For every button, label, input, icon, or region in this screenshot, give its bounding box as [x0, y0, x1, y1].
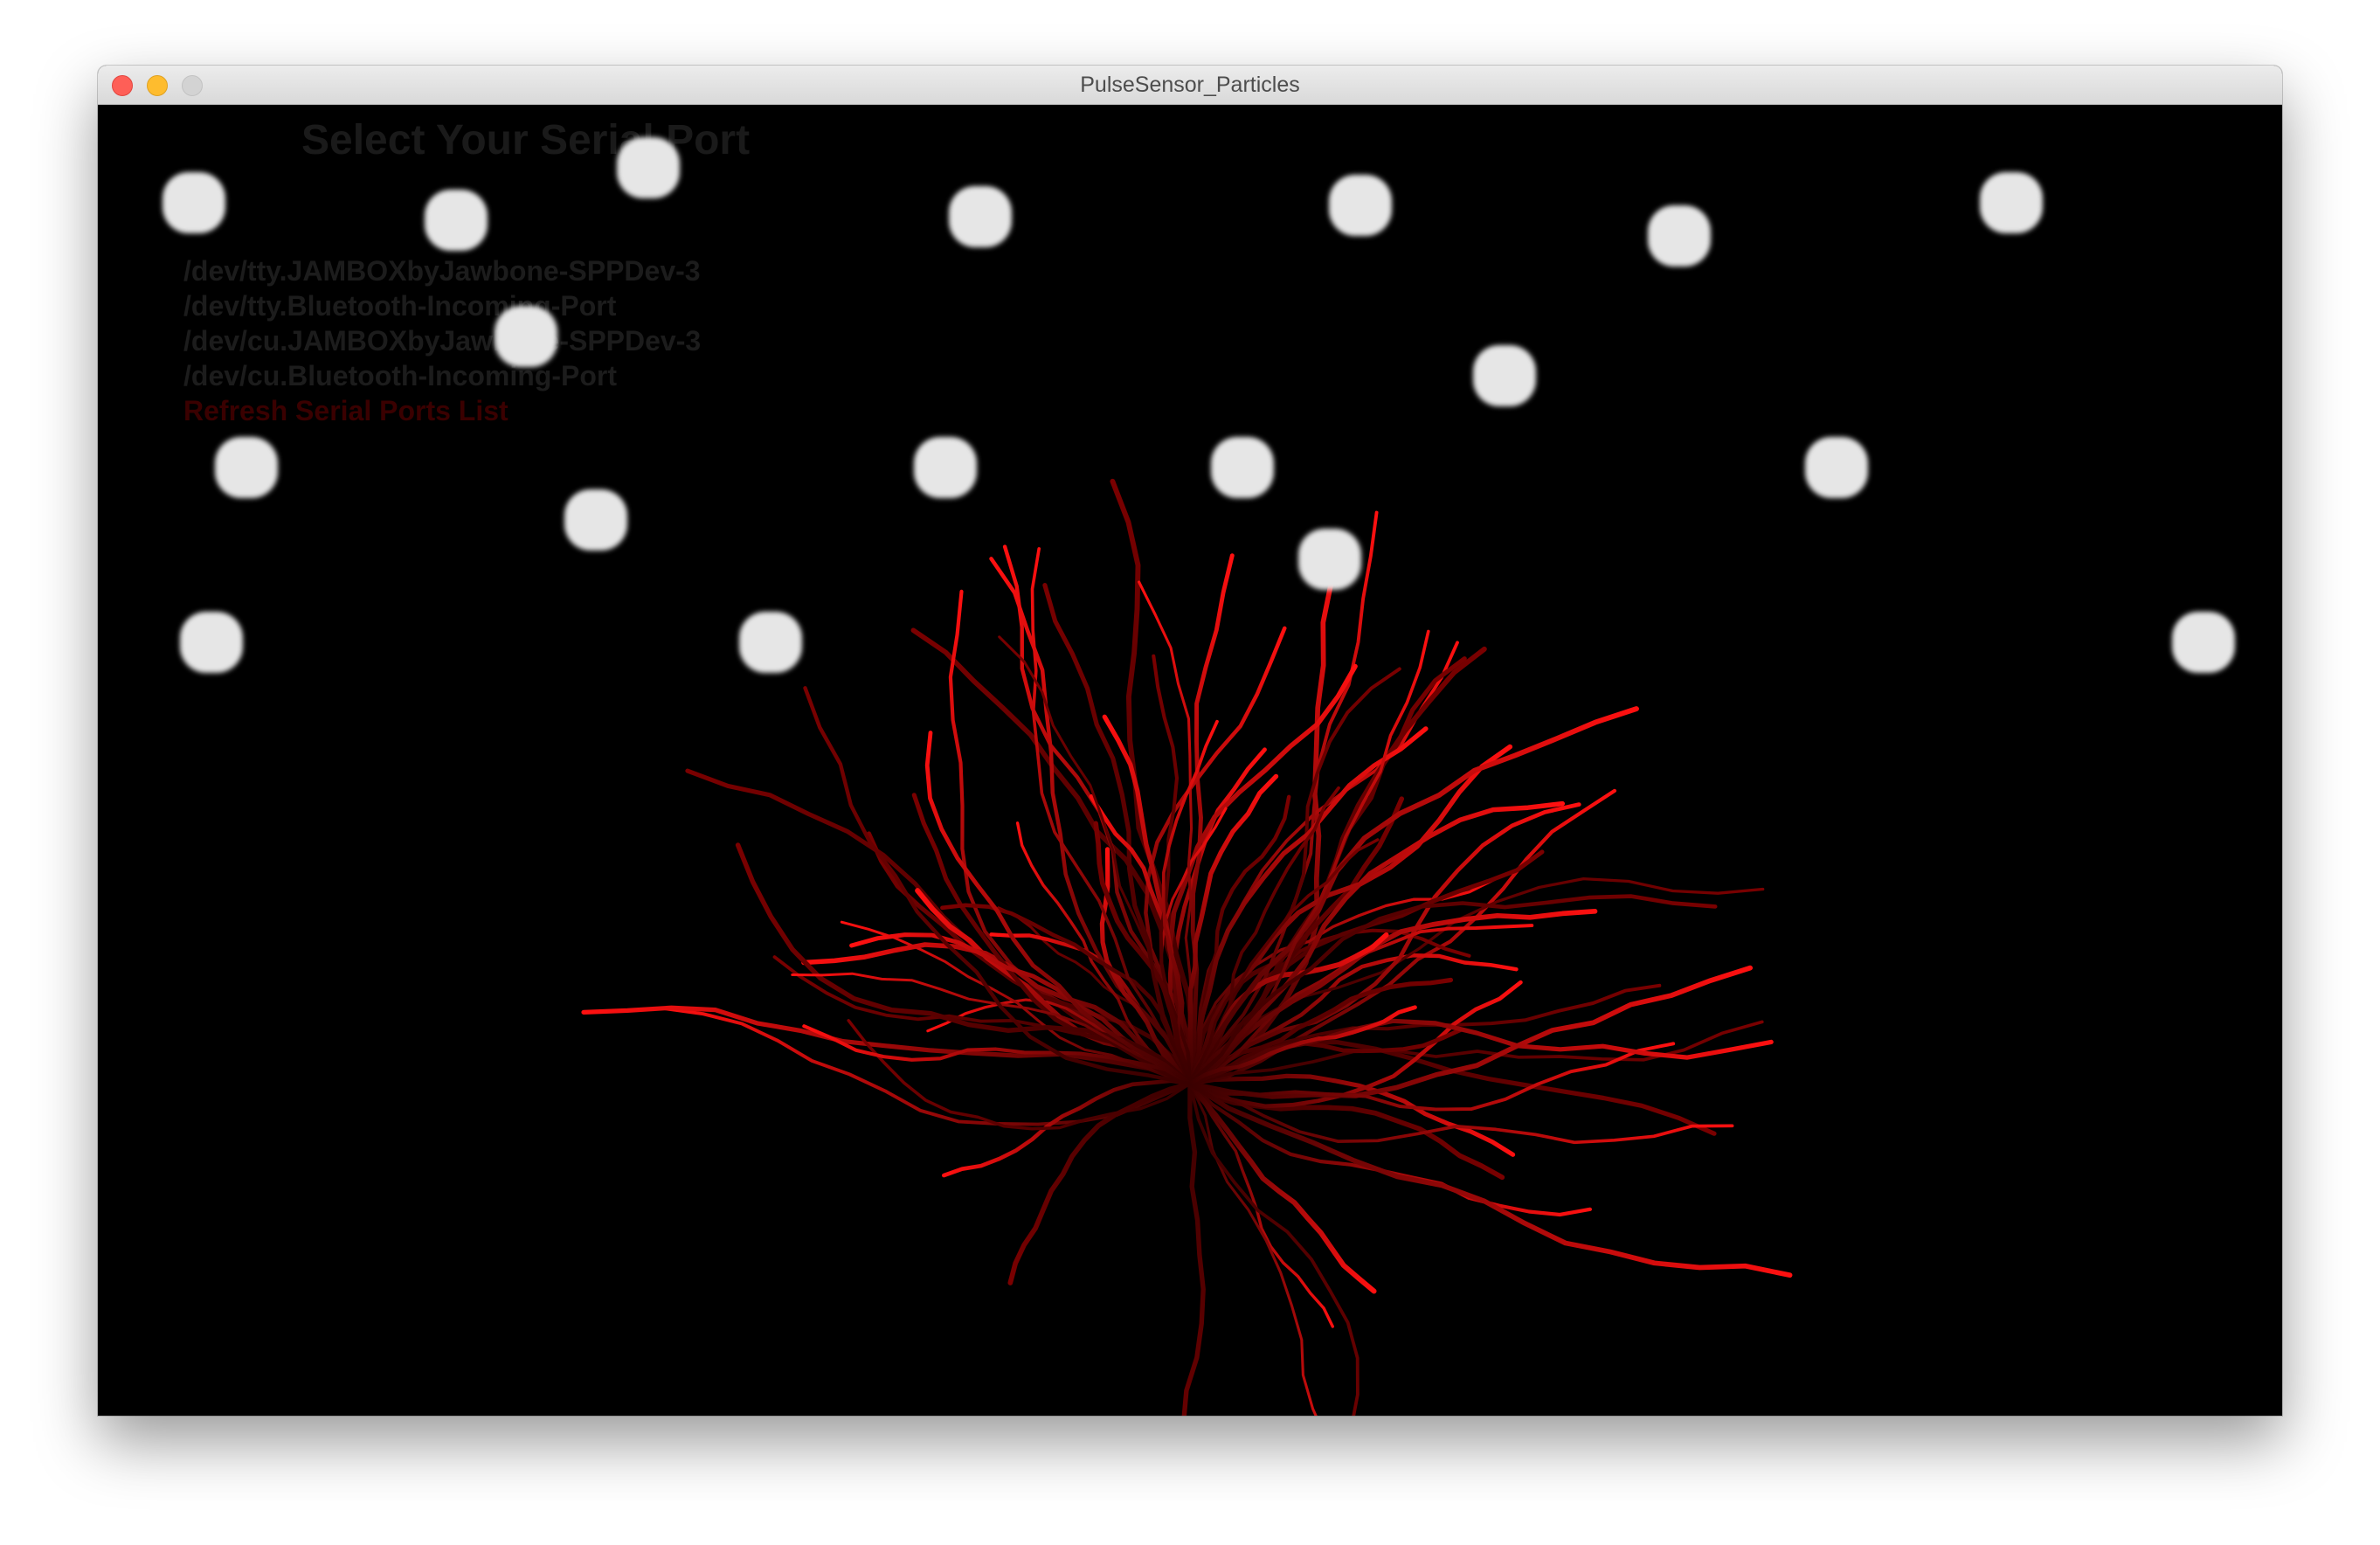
- trail: [1181, 1081, 1206, 1416]
- particle: [1473, 345, 1536, 406]
- particle: [1211, 437, 1274, 498]
- particle: [617, 137, 680, 198]
- particle: [1298, 529, 1361, 590]
- particle: [564, 489, 627, 551]
- particle: [1980, 172, 2043, 233]
- particle: [425, 190, 488, 251]
- window-title: PulseSensor_Particles: [1080, 73, 1300, 97]
- app-window: PulseSensor_Particles Select Your Serial…: [98, 66, 2282, 1416]
- particle: [739, 612, 802, 673]
- particle: [2172, 612, 2235, 673]
- particle: [914, 437, 977, 498]
- particle: [495, 306, 557, 367]
- trail: [1187, 646, 1487, 1086]
- particle: [163, 172, 225, 233]
- floating-particles: [163, 137, 2235, 673]
- particle: [1329, 175, 1392, 236]
- particle: [949, 186, 1012, 247]
- trail: [1007, 1081, 1193, 1285]
- title-bar[interactable]: PulseSensor_Particles: [98, 66, 2282, 105]
- particle: [1805, 437, 1868, 498]
- particle: [215, 437, 278, 498]
- particle-visualization: [163, 137, 2235, 1416]
- sketch-canvas[interactable]: Select Your Serial Port /dev/tty.JAMBOXb…: [98, 105, 2282, 1416]
- trail: [1188, 510, 1379, 1085]
- particle: [180, 612, 243, 673]
- particle: [1648, 205, 1711, 267]
- trail: [1187, 1081, 1793, 1278]
